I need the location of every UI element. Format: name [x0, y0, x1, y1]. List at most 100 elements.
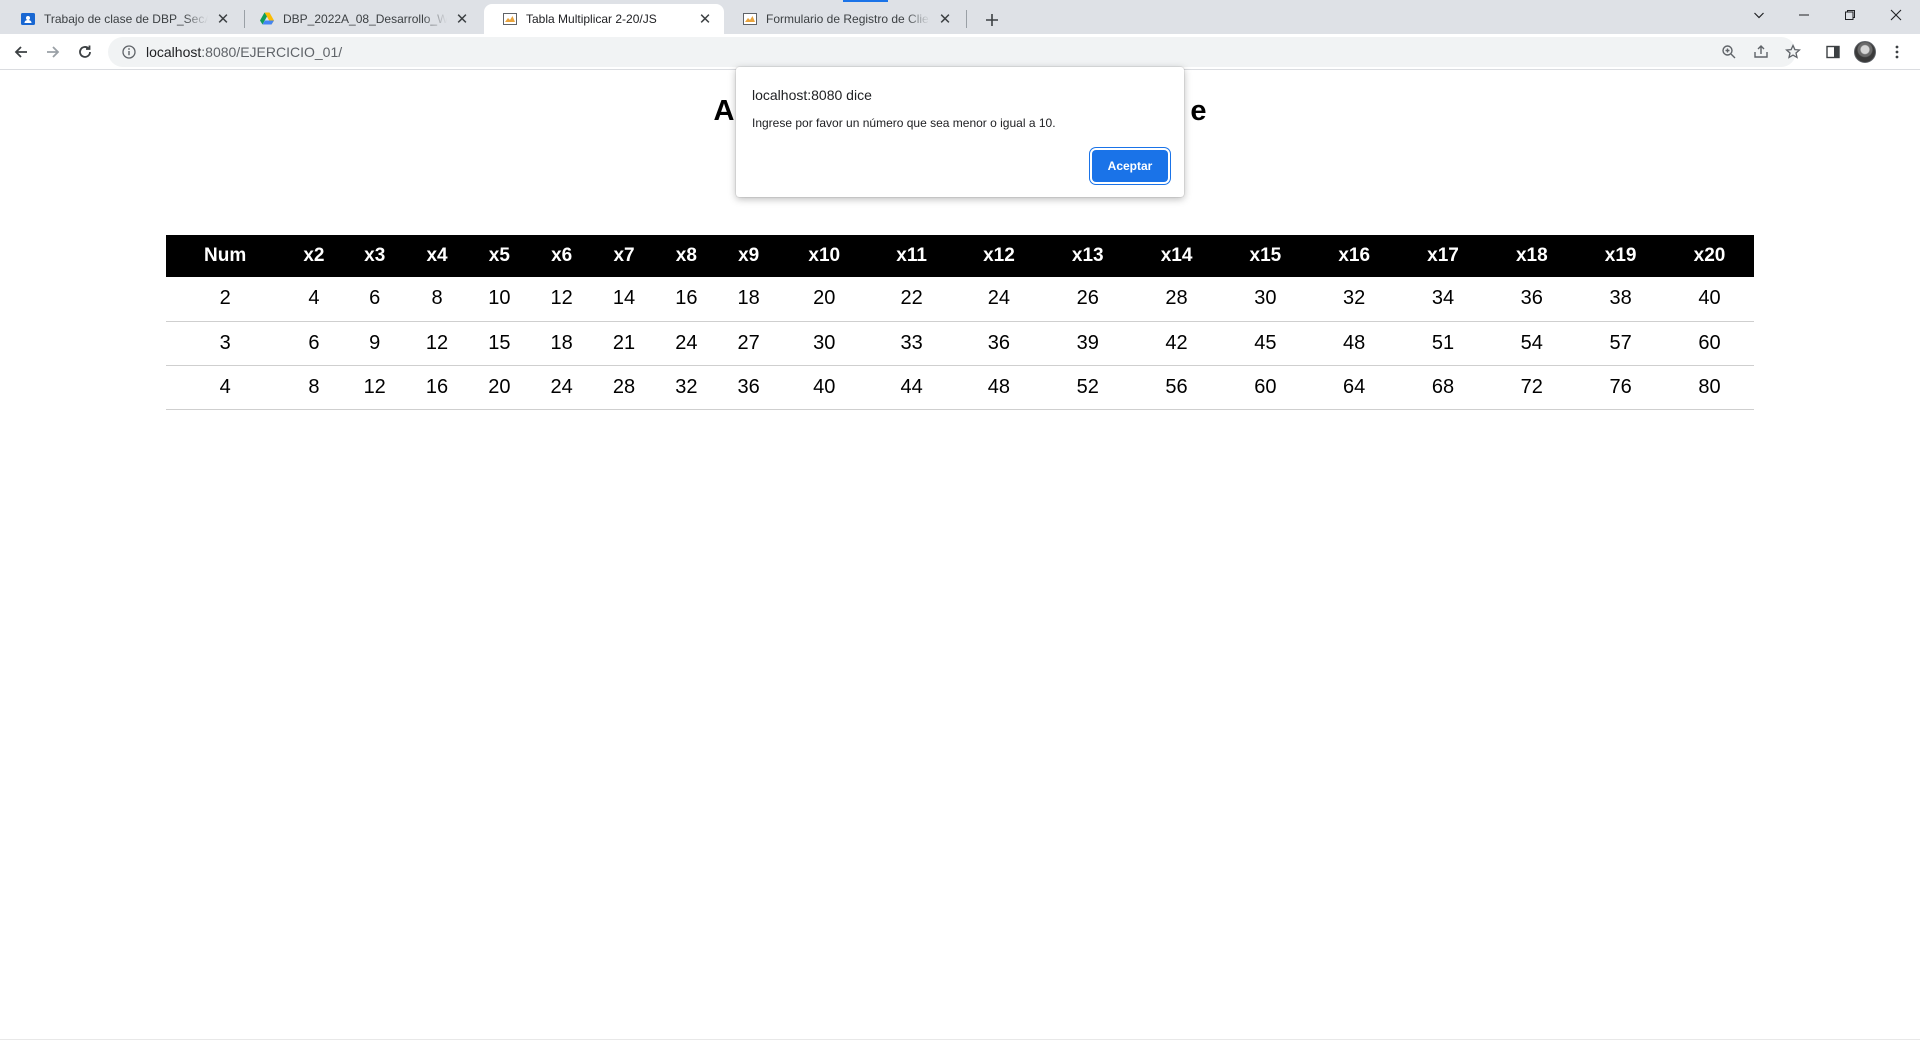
restore-icon [1845, 10, 1855, 20]
close-tab-icon[interactable]: ✕ [696, 10, 714, 28]
reload-button[interactable] [71, 38, 99, 66]
info-icon[interactable] [114, 37, 144, 67]
share-button[interactable] [1747, 38, 1775, 66]
dialog-title: localhost:8080 dice [752, 87, 872, 103]
column-header: x16 [1309, 235, 1399, 277]
table-cell: 56 [1132, 365, 1221, 410]
table-cell: 32 [1309, 277, 1399, 322]
reload-icon [79, 45, 91, 58]
table-cell: 12 [530, 277, 593, 322]
tab-tabla-multiplicar[interactable]: Tabla Multiplicar 2-20/JS ✕ [484, 4, 724, 34]
back-button[interactable] [7, 38, 35, 66]
table-cell: 14 [592, 277, 656, 322]
table-cell: 27 [717, 321, 780, 366]
minimize-button[interactable] [1781, 0, 1827, 30]
tab-classroom[interactable]: Trabajo de clase de DBP_SecA_2022A ✕ [2, 4, 242, 34]
column-header: x12 [954, 235, 1044, 277]
column-header: x3 [343, 235, 406, 277]
table-cell: 22 [868, 277, 955, 322]
window-bottom-border [0, 1039, 1920, 1040]
column-header: x5 [468, 235, 531, 277]
table-cell: 18 [530, 321, 593, 366]
restore-button[interactable] [1827, 0, 1873, 30]
close-tab-icon[interactable]: ✕ [214, 10, 232, 28]
new-tab-button[interactable] [978, 6, 1006, 34]
column-header: x17 [1398, 235, 1488, 277]
table-cell: 12 [405, 321, 469, 366]
tab-formulario[interactable]: Formulario de Registro de Clientes ✕ [724, 4, 964, 34]
column-header: x15 [1220, 235, 1310, 277]
column-header: x11 [868, 235, 955, 277]
address-bar[interactable]: localhost:8080/EJERCICIO_01/ [108, 37, 1796, 67]
dialog-message: Ingrese por favor un número que sea meno… [752, 116, 1056, 130]
page-icon [502, 11, 518, 27]
side-panel-icon [1826, 45, 1840, 59]
accept-button[interactable]: Aceptar [1092, 150, 1168, 182]
table-cell: 33 [868, 321, 955, 366]
table-cell: 21 [592, 321, 656, 366]
page-icon [742, 11, 758, 27]
column-header: x13 [1043, 235, 1133, 277]
tab-title: Formulario de Registro de Clientes [766, 12, 930, 26]
table-cell: 8 [405, 277, 469, 322]
table-cell: 12 [343, 365, 406, 410]
table-cell: 30 [1220, 277, 1310, 322]
table-cell: 30 [779, 321, 869, 366]
column-header: x18 [1487, 235, 1577, 277]
table-cell: 6 [284, 321, 344, 366]
close-tab-icon[interactable]: ✕ [936, 10, 954, 28]
table-cell: 68 [1398, 365, 1488, 410]
table-cell: 80 [1665, 365, 1754, 410]
table-cell: 36 [1487, 277, 1577, 322]
table-cell: 40 [1665, 277, 1754, 322]
table-cell: 9 [343, 321, 406, 366]
close-window-button[interactable] [1873, 0, 1919, 30]
table-cell: 28 [1132, 277, 1221, 322]
tab-search-button[interactable] [1736, 0, 1782, 30]
table-cell: 24 [530, 365, 593, 410]
table-row: 3 6 9 12 15 18 21 24 27 30 33 36 39 42 45 48 51 54 57 60 [166, 321, 1754, 366]
table-cell: 57 [1576, 321, 1666, 366]
table-cell: 36 [717, 365, 780, 410]
star-icon [1785, 44, 1801, 59]
bookmark-button[interactable] [1779, 38, 1807, 66]
arrow-left-icon [14, 46, 27, 58]
table-cell: 76 [1576, 365, 1666, 410]
plus-icon [986, 14, 998, 26]
column-header: x2 [284, 235, 344, 277]
table-cell: 4 [284, 277, 344, 322]
table-cell: 20 [779, 277, 869, 322]
table-cell: 36 [954, 321, 1044, 366]
table-cell: 48 [1309, 321, 1399, 366]
page-title-end: e [1190, 95, 1207, 127]
tab-drive[interactable]: DBP_2022A_08_Desarrollo_Web_Cliente ✕ [241, 4, 481, 34]
table-cell: 24 [655, 321, 718, 366]
table-cell: 48 [954, 365, 1044, 410]
close-tab-icon[interactable]: ✕ [453, 10, 471, 28]
table-cell: 44 [868, 365, 955, 410]
menu-button[interactable] [1883, 38, 1911, 66]
table-cell: 3 [166, 321, 285, 366]
zoom-button[interactable] [1715, 38, 1743, 66]
table-cell: 60 [1665, 321, 1754, 366]
table-cell: 24 [954, 277, 1044, 322]
url-path: :8080/EJERCICIO_01/ [201, 44, 343, 60]
table-cell: 16 [405, 365, 469, 410]
table-cell: 52 [1043, 365, 1133, 410]
profile-button[interactable] [1851, 38, 1879, 66]
column-header: x9 [717, 235, 780, 277]
table-cell: 32 [655, 365, 718, 410]
table-cell: 16 [655, 277, 718, 322]
more-vert-icon [1895, 45, 1899, 59]
column-header: x19 [1576, 235, 1666, 277]
chevron-down-icon [1754, 12, 1764, 19]
google-drive-icon [259, 11, 275, 27]
tab-strip: Trabajo de clase de DBP_SecA_2022A ✕ DBP… [0, 0, 1920, 34]
table-row: 4 8 12 16 20 24 28 32 36 40 44 48 52 56 60 64 68 72 76 80 [166, 365, 1754, 410]
side-panel-button[interactable] [1819, 38, 1847, 66]
url-host: localhost [146, 44, 202, 60]
table-cell: 8 [284, 365, 344, 410]
forward-button[interactable] [39, 38, 67, 66]
avatar [1854, 41, 1876, 63]
column-header: x10 [779, 235, 869, 277]
